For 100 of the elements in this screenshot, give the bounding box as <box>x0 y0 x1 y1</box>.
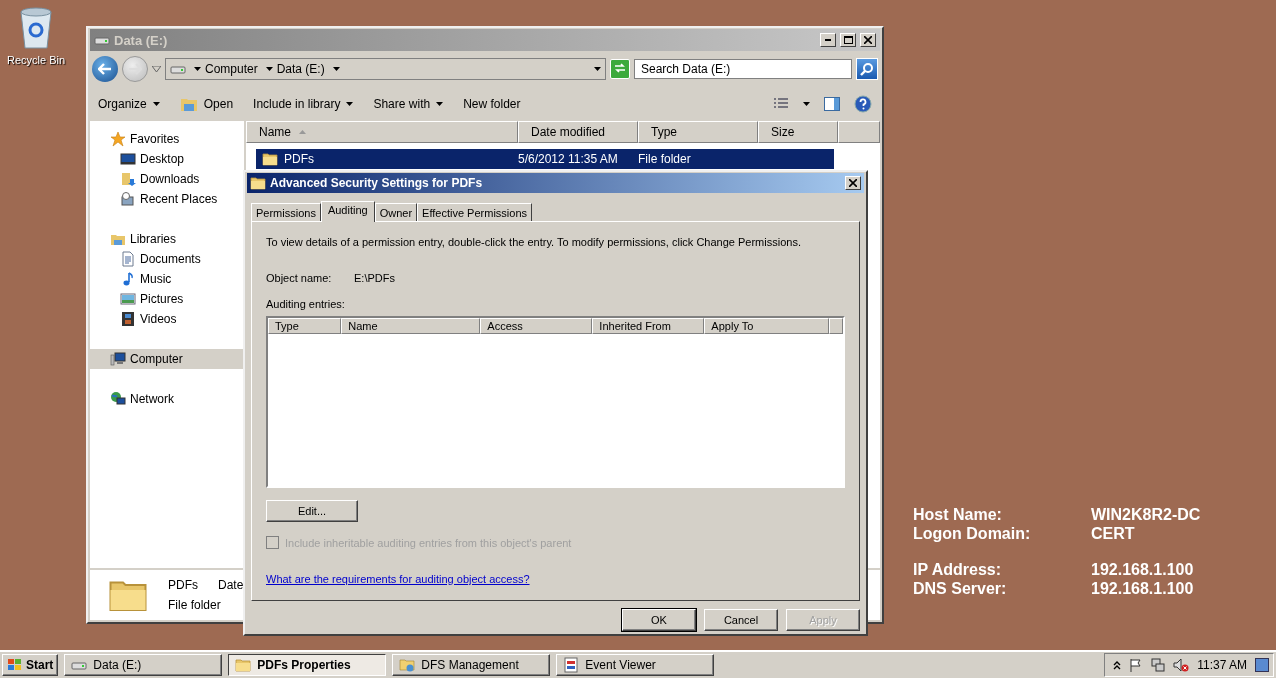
edit-button[interactable]: Edit... <box>266 500 358 522</box>
tab[interactable]: Auditing <box>320 201 375 222</box>
breadcrumb-item[interactable]: Computer <box>205 62 258 76</box>
column-header[interactable]: Type <box>268 318 342 334</box>
start-button[interactable]: Start <box>2 654 59 676</box>
nav-item[interactable]: Downloads <box>90 169 244 189</box>
caret-icon <box>346 102 354 106</box>
clock[interactable]: 11:37 AM <box>1197 658 1247 672</box>
column-header[interactable]: Access <box>480 318 593 334</box>
nav-item[interactable]: Videos <box>90 309 244 329</box>
info-value: 192.168.1.100 <box>1091 580 1194 598</box>
close-button[interactable] <box>845 176 861 190</box>
show-desktop-button[interactable] <box>1255 658 1269 672</box>
document-icon <box>120 251 136 267</box>
flag-icon[interactable] <box>1129 658 1144 672</box>
speaker-muted-icon[interactable] <box>1173 658 1190 672</box>
column-header[interactable]: Name <box>246 121 518 143</box>
minimize-button[interactable] <box>820 33 836 47</box>
file-type: File folder <box>168 598 222 612</box>
caret-icon[interactable] <box>803 102 810 106</box>
column-header[interactable]: Size <box>758 121 838 143</box>
info-value: WIN2K8R2-DC <box>1091 506 1201 524</box>
refresh-icon <box>613 61 627 74</box>
toolbar-button[interactable]: Organize <box>98 97 160 111</box>
computer-icon <box>110 351 126 367</box>
icon-label: Recycle Bin <box>6 54 66 66</box>
taskbar-button[interactable]: PDFs Properties <box>228 654 387 676</box>
drive-icon <box>94 34 110 46</box>
folder-icon <box>262 151 278 167</box>
toolbar-button[interactable]: Open <box>179 96 234 112</box>
view-options-icon[interactable] <box>773 97 789 111</box>
taskbar-button[interactable]: DFS Management <box>392 654 551 676</box>
info-value: CERT <box>1091 525 1135 543</box>
help-icon[interactable] <box>854 95 872 113</box>
nav-item[interactable]: Libraries <box>90 229 244 249</box>
breadcrumb-item[interactable]: Data (E:) <box>276 62 325 76</box>
network-icon <box>110 391 126 407</box>
drive-icon <box>170 63 186 75</box>
caret-icon[interactable] <box>194 67 201 71</box>
tab[interactable]: Permissions <box>251 203 321 221</box>
close-button[interactable] <box>860 33 876 47</box>
caret-icon[interactable] <box>332 67 340 71</box>
event-viewer-icon <box>563 657 580 673</box>
start-icon <box>7 658 23 672</box>
monitor-icon <box>120 151 136 167</box>
folder-network-icon <box>399 657 416 673</box>
nav-item[interactable]: Favorites <box>90 129 244 149</box>
taskbar-button[interactable]: Event Viewer <box>556 654 715 676</box>
nav-item[interactable]: Network <box>90 389 244 409</box>
maximize-button[interactable] <box>840 33 856 47</box>
recent-places-icon <box>120 191 136 207</box>
address-bar[interactable]: Computer Data (E:) <box>165 58 606 80</box>
column-header[interactable]: Type <box>638 121 758 143</box>
details-label: Date <box>218 578 244 592</box>
nav-item[interactable]: Desktop <box>90 149 244 169</box>
column-header[interactable]: Inherited From <box>592 318 705 334</box>
dialog-button[interactable]: Cancel <box>704 609 778 631</box>
drive-icon <box>71 659 88 671</box>
maximize-icon <box>843 36 853 44</box>
search-field[interactable]: Search Data (E:) <box>634 59 852 79</box>
field-label: Auditing entries: <box>266 298 346 310</box>
nav-item[interactable]: Music <box>90 269 244 289</box>
recycle-bin-icon[interactable] <box>19 6 53 50</box>
folder-icon <box>235 657 252 673</box>
chevron-icon[interactable] <box>1113 660 1122 670</box>
caret-icon[interactable] <box>594 67 601 71</box>
nav-item[interactable]: Pictures <box>90 289 244 309</box>
dialog-title: Advanced Security Settings for PDFs <box>270 176 484 190</box>
back-button[interactable] <box>92 56 118 82</box>
nav-item[interactable]: Documents <box>90 249 244 269</box>
toolbar-button[interactable]: Share with <box>373 97 444 111</box>
column-header[interactable]: Apply To <box>704 318 829 334</box>
info-label: Logon Domain: <box>913 525 1032 543</box>
object-name: E:\PDFs <box>354 272 395 284</box>
toolbar-button[interactable]: Include in library <box>253 97 354 111</box>
tab[interactable]: Owner <box>374 203 418 221</box>
caret-icon[interactable] <box>265 67 273 71</box>
search-button[interactable] <box>856 58 878 80</box>
nav-item[interactable]: Computer <box>90 349 244 369</box>
taskbar-button[interactable]: Data (E:) <box>64 654 223 676</box>
search-icon <box>860 62 874 76</box>
star-icon <box>110 131 126 147</box>
instruction-text: To view details of a permission entry, double-click the entry. To modify permissions, click Change Permissions. <box>266 236 802 248</box>
file-row[interactable]: PDFs 5/6/2012 11:35 AM File folder <box>256 149 834 169</box>
film-icon <box>120 311 136 327</box>
dropdown-icon[interactable] <box>152 66 161 72</box>
dialog-button[interactable]: OK <box>622 609 696 631</box>
column-header[interactable]: Date modified <box>518 121 638 143</box>
close-icon <box>864 36 872 44</box>
caret-icon <box>436 102 444 106</box>
network-icon[interactable] <box>1151 658 1166 672</box>
nav-item[interactable]: Recent Places <box>90 189 244 209</box>
column-header[interactable]: Name <box>341 318 481 334</box>
refresh-button[interactable] <box>610 59 630 79</box>
back-arrow-icon <box>98 63 112 75</box>
tab[interactable]: Effective Permissions <box>417 203 533 221</box>
folder-icon <box>250 175 266 191</box>
toolbar-button[interactable]: New folder <box>463 97 521 111</box>
preview-pane-icon[interactable] <box>824 97 840 111</box>
help-link[interactable]: What are the requirements for auditing object access? <box>266 573 530 585</box>
